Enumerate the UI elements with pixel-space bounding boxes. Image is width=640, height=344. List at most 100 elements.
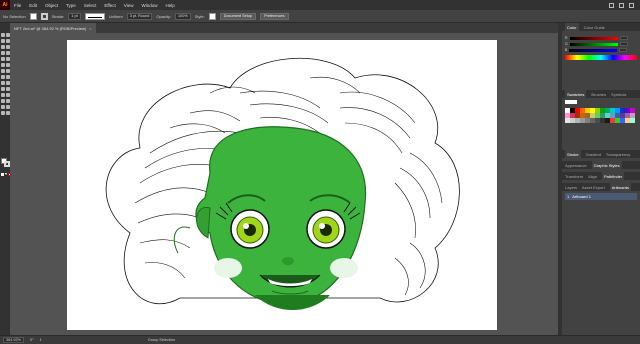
color-swatch[interactable] [620, 113, 625, 118]
color-swatch[interactable] [585, 118, 590, 123]
variable-width-profile[interactable] [84, 12, 105, 20]
color-swatch[interactable] [620, 118, 625, 123]
color-spectrum-bar[interactable] [565, 55, 637, 60]
pen-tool-icon[interactable] [1, 45, 5, 49]
color-swatch[interactable] [585, 108, 590, 113]
zoom-level-field[interactable]: 384.92% [3, 337, 24, 343]
color-swatch[interactable] [570, 108, 575, 113]
menu-object[interactable]: Object [41, 3, 62, 8]
color-swatch[interactable] [595, 118, 600, 123]
color-swatch[interactable] [610, 118, 615, 123]
tab-symbols[interactable]: Symbols [611, 92, 626, 97]
tab-color[interactable]: Color [565, 23, 579, 31]
width-tool-icon[interactable] [1, 75, 5, 79]
color-swatch[interactable] [625, 108, 630, 113]
shape-builder-tool-icon[interactable] [1, 81, 5, 85]
color-swatch[interactable] [570, 118, 575, 123]
slider-b-track[interactable] [569, 48, 618, 52]
tab-gradient[interactable]: Gradient [586, 152, 601, 157]
color-swatch[interactable] [625, 113, 630, 118]
tab-swatches[interactable]: Swatches [565, 90, 587, 98]
tab-graphic-styles[interactable]: Graphic Styles [591, 161, 622, 169]
tab-align[interactable]: Align [588, 174, 597, 179]
color-swatch[interactable] [625, 118, 630, 123]
app-logo-icon[interactable]: Ai [0, 0, 10, 10]
color-swatch[interactable] [605, 113, 610, 118]
fill-swatch[interactable] [29, 12, 37, 20]
character-artwork[interactable] [10, 33, 558, 335]
slider-g-value[interactable] [619, 42, 628, 46]
artboard-navigator[interactable]: 1 [40, 338, 42, 342]
style-swatch[interactable] [208, 12, 216, 20]
fill-stroke-widget[interactable] [1, 158, 10, 168]
tab-brushes[interactable]: Brushes [591, 92, 606, 97]
mesh-tool-icon[interactable] [1, 87, 5, 91]
color-swatch[interactable] [575, 118, 580, 123]
rotation-angle[interactable]: 0° [30, 338, 34, 342]
opacity-field[interactable]: 100% [175, 12, 191, 20]
color-swatch[interactable] [600, 118, 605, 123]
color-mode-icon[interactable] [1, 173, 4, 176]
color-swatch[interactable] [630, 108, 635, 113]
color-swatch[interactable] [595, 108, 600, 113]
menu-type[interactable]: Type [62, 3, 80, 8]
selection-tool-icon[interactable] [1, 33, 5, 37]
color-swatch[interactable] [580, 108, 585, 113]
brush-definition[interactable]: 3 pt. Round [126, 12, 153, 20]
tab-pathfinder[interactable]: Pathfinder [601, 172, 625, 180]
color-swatch[interactable] [630, 113, 635, 118]
maximize-icon[interactable] [619, 2, 624, 8]
color-swatch[interactable] [590, 113, 595, 118]
color-swatch[interactable] [565, 113, 570, 118]
color-swatch[interactable] [600, 108, 605, 113]
color-swatch[interactable] [605, 108, 610, 113]
canvas-area[interactable] [10, 33, 558, 335]
tab-stroke[interactable]: Stroke [565, 150, 581, 158]
color-swatch[interactable] [610, 113, 615, 118]
symbol-sprayer-tool-icon[interactable] [1, 99, 5, 103]
color-swatch[interactable] [575, 108, 580, 113]
minimize-icon[interactable] [609, 2, 614, 8]
color-swatch[interactable] [565, 118, 570, 123]
menu-window[interactable]: Window [137, 3, 161, 8]
color-swatch[interactable] [600, 113, 605, 118]
close-icon[interactable] [629, 2, 634, 8]
menu-view[interactable]: View [120, 3, 138, 8]
color-swatch[interactable] [580, 113, 585, 118]
tab-layers[interactable]: Layers [565, 185, 577, 190]
color-swatch[interactable] [610, 108, 615, 113]
color-swatch[interactable] [630, 118, 635, 123]
color-swatch[interactable] [570, 113, 575, 118]
document-setup-button[interactable]: Document Setup [219, 12, 257, 20]
color-swatch[interactable] [615, 118, 620, 123]
color-swatch[interactable] [605, 118, 610, 123]
color-swatch[interactable] [590, 108, 595, 113]
menu-select[interactable]: Select [80, 3, 101, 8]
menu-edit[interactable]: Edit [25, 3, 41, 8]
hand-tool-icon[interactable] [1, 111, 5, 115]
color-swatch[interactable] [620, 108, 625, 113]
slider-b[interactable]: B [562, 47, 640, 53]
menu-effect[interactable]: Effect [100, 3, 119, 8]
color-swatch[interactable] [615, 113, 620, 118]
slider-r-track[interactable] [569, 36, 618, 40]
pencil-tool-icon[interactable] [1, 63, 5, 67]
magic-wand-tool-icon[interactable] [1, 39, 5, 43]
color-swatch[interactable] [585, 113, 590, 118]
stroke-swatch[interactable] [40, 12, 48, 20]
close-tab-icon[interactable]: × [89, 26, 91, 31]
preferences-button[interactable]: Preferences [260, 12, 289, 20]
eyedropper-tool-icon[interactable] [1, 93, 5, 97]
document-tab[interactable]: NFT 2nd.ai* @ 384.92 % (RGB/Preview) × [10, 23, 96, 33]
color-swatch[interactable] [565, 108, 570, 113]
slider-r-value[interactable] [619, 36, 628, 40]
artboard-tool-icon[interactable] [1, 105, 5, 109]
gradient-mode-icon[interactable] [4, 173, 7, 176]
artboard-list-item[interactable]: 1 Artboard 1 [565, 193, 637, 200]
tab-color-guide[interactable]: Color Guide [584, 25, 605, 30]
tab-artboards[interactable]: Artboards [609, 183, 632, 191]
tab-transparency[interactable]: Transparency [606, 152, 630, 157]
slider-b-value[interactable] [619, 48, 628, 52]
rectangle-tool-icon[interactable] [1, 57, 5, 61]
color-swatch[interactable] [590, 118, 595, 123]
